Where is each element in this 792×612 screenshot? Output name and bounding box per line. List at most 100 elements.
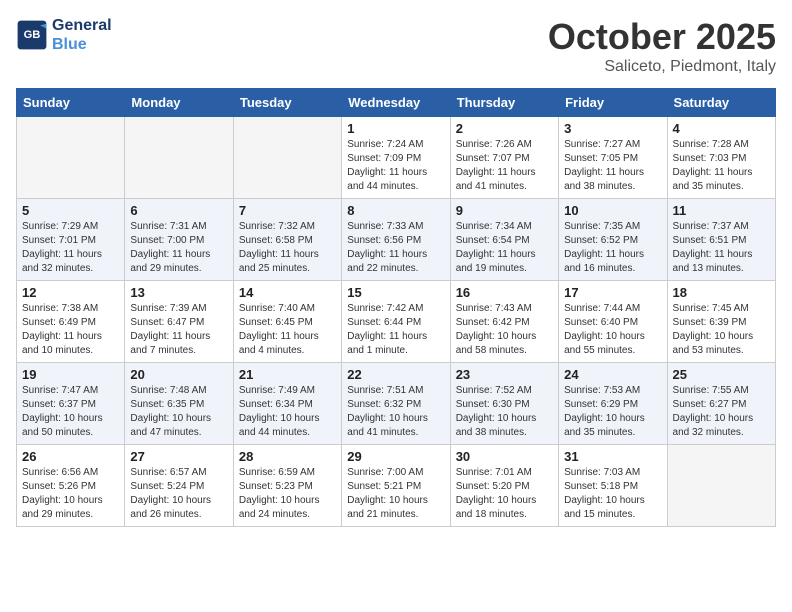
- day-number: 2: [456, 121, 553, 136]
- day-info: Sunrise: 7:44 AM Sunset: 6:40 PM Dayligh…: [564, 302, 661, 358]
- day-number: 14: [239, 285, 336, 300]
- weekday-header-friday: Friday: [559, 89, 667, 117]
- day-info: Sunrise: 6:56 AM Sunset: 5:26 PM Dayligh…: [22, 466, 119, 522]
- weekday-header-monday: Monday: [125, 89, 233, 117]
- calendar-cell: 8 Sunrise: 7:33 AM Sunset: 6:56 PM Daylig…: [342, 199, 450, 281]
- day-info: Sunrise: 7:24 AM Sunset: 7:09 PM Dayligh…: [347, 138, 444, 194]
- weekday-header-tuesday: Tuesday: [233, 89, 341, 117]
- day-number: 13: [130, 285, 227, 300]
- calendar-cell: 13 Sunrise: 7:39 AM Sunset: 6:47 PM Dayli…: [125, 281, 233, 363]
- calendar-cell: 31 Sunrise: 7:03 AM Sunset: 5:18 PM Dayli…: [559, 445, 667, 527]
- day-info: Sunrise: 7:32 AM Sunset: 6:58 PM Dayligh…: [239, 220, 336, 276]
- location: Saliceto, Piedmont, Italy: [548, 58, 776, 76]
- day-number: 30: [456, 449, 553, 464]
- calendar-cell: 27Sunrise: 6:57 AM Sunset: 5:24 PM Dayli…: [125, 445, 233, 527]
- calendar-cell: [17, 117, 125, 199]
- logo-icon: GB: [16, 19, 48, 51]
- calendar-week-row: 26 Sunrise: 6:56 AM Sunset: 5:26 PM Dayli…: [17, 445, 776, 527]
- day-number: 8: [347, 203, 444, 218]
- calendar-cell: [667, 445, 775, 527]
- day-number: 20: [130, 367, 227, 382]
- day-info: Sunrise: 7:37 AM Sunset: 6:51 PM Dayligh…: [673, 220, 770, 276]
- day-info: Sunrise: 7:26 AM Sunset: 7:07 PM Dayligh…: [456, 138, 553, 194]
- day-info: Sunrise: 7:55 AM Sunset: 6:27 PM Dayligh…: [673, 384, 770, 440]
- day-info: Sunrise: 7:47 AM Sunset: 6:37 PM Dayligh…: [22, 384, 119, 440]
- calendar-week-row: 1 Sunrise: 7:24 AM Sunset: 7:09 PM Daylig…: [17, 117, 776, 199]
- weekday-header-sunday: Sunday: [17, 89, 125, 117]
- calendar-cell: 28 Sunrise: 6:59 AM Sunset: 5:23 PM Dayli…: [233, 445, 341, 527]
- day-info: Sunrise: 6:57 AM Sunset: 5:24 PM Dayligh…: [130, 466, 227, 522]
- day-number: 7: [239, 203, 336, 218]
- calendar-cell: 29Sunrise: 7:00 AM Sunset: 5:21 PM Dayli…: [342, 445, 450, 527]
- day-number: 21: [239, 367, 336, 382]
- calendar-cell: 12 Sunrise: 7:38 AM Sunset: 6:49 PM Dayli…: [17, 281, 125, 363]
- day-info: Sunrise: 7:45 AM Sunset: 6:39 PM Dayligh…: [673, 302, 770, 358]
- calendar-cell: 10 Sunrise: 7:35 AM Sunset: 6:52 PM Dayli…: [559, 199, 667, 281]
- calendar: SundayMondayTuesdayWednesdayThursdayFrid…: [16, 88, 776, 527]
- day-info: Sunrise: 7:34 AM Sunset: 6:54 PM Dayligh…: [456, 220, 553, 276]
- day-info: Sunrise: 7:35 AM Sunset: 6:52 PM Dayligh…: [564, 220, 661, 276]
- calendar-cell: 25 Sunrise: 7:55 AM Sunset: 6:27 PM Dayli…: [667, 363, 775, 445]
- day-info: Sunrise: 7:48 AM Sunset: 6:35 PM Dayligh…: [130, 384, 227, 440]
- day-info: Sunrise: 7:27 AM Sunset: 7:05 PM Dayligh…: [564, 138, 661, 194]
- day-number: 12: [22, 285, 119, 300]
- calendar-cell: 15Sunrise: 7:42 AM Sunset: 6:44 PM Dayli…: [342, 281, 450, 363]
- day-info: Sunrise: 7:52 AM Sunset: 6:30 PM Dayligh…: [456, 384, 553, 440]
- calendar-cell: 20 Sunrise: 7:48 AM Sunset: 6:35 PM Dayli…: [125, 363, 233, 445]
- day-info: Sunrise: 6:59 AM Sunset: 5:23 PM Dayligh…: [239, 466, 336, 522]
- day-number: 22: [347, 367, 444, 382]
- calendar-cell: 30 Sunrise: 7:01 AM Sunset: 5:20 PM Dayli…: [450, 445, 558, 527]
- calendar-cell: 14Sunrise: 7:40 AM Sunset: 6:45 PM Dayli…: [233, 281, 341, 363]
- calendar-cell: 22Sunrise: 7:51 AM Sunset: 6:32 PM Dayli…: [342, 363, 450, 445]
- calendar-week-row: 19 Sunrise: 7:47 AM Sunset: 6:37 PM Dayli…: [17, 363, 776, 445]
- calendar-cell: 4 Sunrise: 7:28 AM Sunset: 7:03 PM Daylig…: [667, 117, 775, 199]
- calendar-cell: 1 Sunrise: 7:24 AM Sunset: 7:09 PM Daylig…: [342, 117, 450, 199]
- day-info: Sunrise: 7:28 AM Sunset: 7:03 PM Dayligh…: [673, 138, 770, 194]
- calendar-cell: 5Sunrise: 7:29 AM Sunset: 7:01 PM Daylig…: [17, 199, 125, 281]
- weekday-header-row: SundayMondayTuesdayWednesdayThursdayFrid…: [17, 89, 776, 117]
- weekday-header-thursday: Thursday: [450, 89, 558, 117]
- day-number: 18: [673, 285, 770, 300]
- day-info: Sunrise: 7:01 AM Sunset: 5:20 PM Dayligh…: [456, 466, 553, 522]
- calendar-cell: [233, 117, 341, 199]
- day-info: Sunrise: 7:39 AM Sunset: 6:47 PM Dayligh…: [130, 302, 227, 358]
- calendar-cell: 3 Sunrise: 7:27 AM Sunset: 7:05 PM Daylig…: [559, 117, 667, 199]
- day-number: 26: [22, 449, 119, 464]
- weekday-header-wednesday: Wednesday: [342, 89, 450, 117]
- calendar-week-row: 5Sunrise: 7:29 AM Sunset: 7:01 PM Daylig…: [17, 199, 776, 281]
- day-number: 10: [564, 203, 661, 218]
- calendar-cell: 16Sunrise: 7:43 AM Sunset: 6:42 PM Dayli…: [450, 281, 558, 363]
- day-number: 1: [347, 121, 444, 136]
- calendar-cell: 19 Sunrise: 7:47 AM Sunset: 6:37 PM Dayli…: [17, 363, 125, 445]
- logo-line1: General: [52, 16, 112, 35]
- day-number: 4: [673, 121, 770, 136]
- calendar-cell: 18 Sunrise: 7:45 AM Sunset: 6:39 PM Dayli…: [667, 281, 775, 363]
- calendar-cell: [125, 117, 233, 199]
- weekday-header-saturday: Saturday: [667, 89, 775, 117]
- calendar-cell: 7 Sunrise: 7:32 AM Sunset: 6:58 PM Daylig…: [233, 199, 341, 281]
- day-number: 17: [564, 285, 661, 300]
- day-number: 11: [673, 203, 770, 218]
- calendar-cell: 26 Sunrise: 6:56 AM Sunset: 5:26 PM Dayli…: [17, 445, 125, 527]
- calendar-cell: 21 Sunrise: 7:49 AM Sunset: 6:34 PM Dayli…: [233, 363, 341, 445]
- day-number: 25: [673, 367, 770, 382]
- month-title: October 2025: [548, 16, 776, 58]
- logo-line2: Blue: [52, 35, 112, 54]
- day-number: 24: [564, 367, 661, 382]
- day-info: Sunrise: 7:33 AM Sunset: 6:56 PM Dayligh…: [347, 220, 444, 276]
- day-info: Sunrise: 7:38 AM Sunset: 6:49 PM Dayligh…: [22, 302, 119, 358]
- day-number: 19: [22, 367, 119, 382]
- day-info: Sunrise: 7:03 AM Sunset: 5:18 PM Dayligh…: [564, 466, 661, 522]
- day-info: Sunrise: 7:29 AM Sunset: 7:01 PM Dayligh…: [22, 220, 119, 276]
- calendar-cell: 24Sunrise: 7:53 AM Sunset: 6:29 PM Dayli…: [559, 363, 667, 445]
- day-number: 15: [347, 285, 444, 300]
- calendar-cell: 23 Sunrise: 7:52 AM Sunset: 6:30 PM Dayli…: [450, 363, 558, 445]
- day-info: Sunrise: 7:49 AM Sunset: 6:34 PM Dayligh…: [239, 384, 336, 440]
- calendar-cell: 9Sunrise: 7:34 AM Sunset: 6:54 PM Daylig…: [450, 199, 558, 281]
- day-number: 28: [239, 449, 336, 464]
- day-number: 31: [564, 449, 661, 464]
- svg-text:GB: GB: [24, 29, 41, 41]
- day-number: 3: [564, 121, 661, 136]
- day-number: 23: [456, 367, 553, 382]
- day-info: Sunrise: 7:00 AM Sunset: 5:21 PM Dayligh…: [347, 466, 444, 522]
